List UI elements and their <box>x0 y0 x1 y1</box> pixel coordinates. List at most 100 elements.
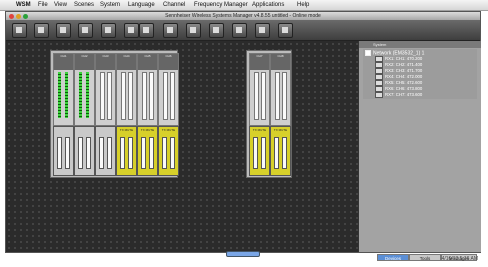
menu-wsm[interactable]: WSM <box>16 0 31 10</box>
tree-item-label: RX3: CH3: 471.700 <box>385 68 423 74</box>
channel-header: CH1 <box>54 54 73 70</box>
tx-level-meter <box>57 137 62 169</box>
transmitter-panel[interactable] <box>53 126 74 176</box>
tx-level-meter <box>170 137 175 169</box>
zoom-in-icon[interactable] <box>209 23 224 38</box>
tx-mute-label: TX MUTE <box>273 128 288 132</box>
tx-mute-label: TX MUTE <box>119 128 134 132</box>
channel-strip[interactable]: CH8 <box>270 53 291 126</box>
tx-level-meter <box>120 137 125 169</box>
tx-level-meter <box>149 137 154 169</box>
af-level-meter <box>170 72 175 120</box>
channel-strip[interactable]: CH5 <box>137 53 158 126</box>
tx-level-meter <box>253 137 258 169</box>
frequency-icon[interactable] <box>163 23 178 38</box>
receiver-rack-1[interactable]: CH1 CH2 CH3 CH4 CH5 CH6 TX MUTE TX MUTE … <box>50 50 179 178</box>
horizontal-scrollbar[interactable] <box>226 251 260 257</box>
sidebar-header: System <box>359 41 481 48</box>
menu-help[interactable]: Help <box>297 0 309 10</box>
rf-level-meter <box>142 72 147 120</box>
tx-level-meter <box>261 137 266 169</box>
device-icon[interactable] <box>78 23 93 38</box>
tx-level-meter <box>141 137 146 169</box>
transmitter-panel[interactable]: TX MUTE <box>270 126 291 176</box>
tx-mute-label: TX MUTE <box>140 128 155 132</box>
channel-header: CH4 <box>117 54 136 70</box>
af-level-meter <box>107 72 112 120</box>
channel-header: CH5 <box>138 54 157 70</box>
channel-header: CH3 <box>96 54 115 70</box>
system-sidebar: System Network (EM3532_1) 1 RX1: CH1: 47… <box>358 41 481 261</box>
new-icon[interactable] <box>12 23 27 38</box>
network-icon[interactable] <box>101 23 116 38</box>
af-level-meter <box>86 72 89 118</box>
channel-strip[interactable]: CH2 <box>74 53 95 126</box>
transmitter-panel[interactable] <box>74 126 95 176</box>
menu-frequency-manager[interactable]: Frequency Manager <box>194 0 248 10</box>
tree-item-label: RX7: CH7: 473.600 <box>385 92 423 98</box>
menu-applications[interactable]: Applications <box>252 0 284 10</box>
zoom-out-icon[interactable] <box>186 23 201 38</box>
toolbar <box>6 20 480 41</box>
tx-level-meter <box>107 137 112 169</box>
tree-item-receiver[interactable]: RX7: CH7: 473.600 <box>375 92 422 98</box>
channel-strip[interactable]: CH4 <box>116 53 137 126</box>
channel-strip[interactable]: CH7 <box>249 53 270 126</box>
tab-devices[interactable]: Devices <box>377 254 409 261</box>
scan-icon[interactable] <box>139 23 154 38</box>
rf-level-meter <box>121 72 126 120</box>
tree-item-label: RX6: CH6: 473.800 <box>385 86 423 92</box>
transmitter-panel[interactable]: TX MUTE <box>158 126 179 176</box>
open-icon[interactable] <box>34 23 49 38</box>
device-canvas[interactable]: CH1 CH2 CH3 CH4 CH5 CH6 TX MUTE TX MUTE … <box>6 41 358 252</box>
tx-level-meter <box>86 137 91 169</box>
rf-level-meter <box>275 72 280 120</box>
rf-level-meter <box>100 72 105 120</box>
save-icon[interactable] <box>56 23 71 38</box>
checkbox-icon[interactable] <box>365 50 371 56</box>
lock-icon[interactable] <box>255 23 270 38</box>
menu-view[interactable]: View <box>54 0 67 10</box>
main-window: Sennheiser Wireless Systems Manager v4.8… <box>5 11 481 261</box>
menu-system[interactable]: System <box>100 0 120 10</box>
tx-level-meter <box>274 137 279 169</box>
tree-item-label: RX2: CH2: 471.400 <box>385 62 423 68</box>
channel-strip[interactable]: CH3 <box>95 53 116 126</box>
transmitter-panel[interactable] <box>95 126 116 176</box>
af-level-meter <box>65 72 68 118</box>
help-icon[interactable] <box>278 23 293 38</box>
channel-header: CH8 <box>271 54 290 70</box>
window-title: Sennheiser Wireless Systems Manager v4.8… <box>165 13 321 19</box>
tx-mute-label: TX MUTE <box>161 128 176 132</box>
menu-channel[interactable]: Channel <box>163 0 185 10</box>
receiver-rack-2[interactable]: CH7 CH8 TX MUTE TX MUTE <box>246 50 292 178</box>
af-level-meter <box>149 72 154 120</box>
tx-level-meter <box>65 137 70 169</box>
transmitter-panel[interactable]: TX MUTE <box>249 126 270 176</box>
tx-level-meter <box>128 137 133 169</box>
minimize-window-icon[interactable] <box>16 13 21 19</box>
close-window-icon[interactable] <box>9 13 14 19</box>
status-timestamp: 4/16/13 5:16 AM <box>441 256 478 262</box>
tab-tools[interactable]: Tools <box>409 254 441 261</box>
device-tree[interactable]: Network (EM3532_1) 1 RX1: CH1: 470.200 R… <box>363 49 477 99</box>
monitor-icon[interactable] <box>124 23 139 38</box>
af-level-meter <box>282 72 287 120</box>
tree-item-label: RX5: CH5: 472.600 <box>385 80 423 86</box>
channel-strip[interactable]: CH1 <box>53 53 74 126</box>
grid-icon[interactable] <box>232 23 247 38</box>
zoom-window-icon[interactable] <box>23 13 28 19</box>
receiver-icon <box>375 92 383 98</box>
tx-level-meter <box>78 137 83 169</box>
menu-file[interactable]: File <box>38 0 48 10</box>
transmitter-panel[interactable]: TX MUTE <box>137 126 158 176</box>
channel-header: CH6 <box>159 54 178 70</box>
af-level-meter <box>261 72 266 120</box>
transmitter-panel[interactable]: TX MUTE <box>116 126 137 176</box>
tx-mute-label: TX MUTE <box>252 128 267 132</box>
channel-strip[interactable]: CH6 <box>158 53 179 126</box>
menu-scenes[interactable]: Scenes <box>74 0 94 10</box>
menu-language[interactable]: Language <box>128 0 155 10</box>
af-level-meter <box>128 72 133 120</box>
tree-item-label: RX1: CH1: 470.200 <box>385 56 423 62</box>
